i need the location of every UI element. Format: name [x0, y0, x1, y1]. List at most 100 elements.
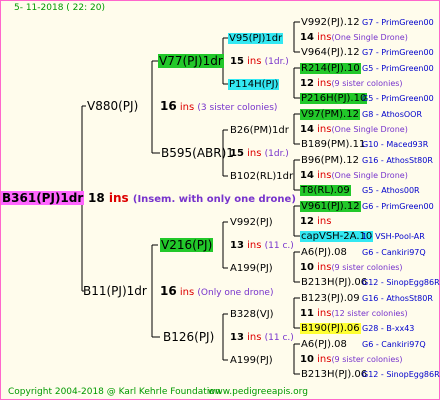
gen1-insem-1: 16 ins (3 sister colonies): [160, 100, 277, 115]
footer-copyright: Copyright 2004-2018 @ Karl Kehrle Founda…: [8, 387, 221, 397]
footer-url: www.pedigreeapis.org: [208, 387, 308, 397]
gen3-queen-7: B328(VJ): [229, 308, 275, 321]
gen1-queen-1-name: V880(PJ): [87, 99, 139, 113]
gen4-ins-count-6: 10: [300, 262, 314, 273]
gen4-bottom-name-1: V964(PJ).12: [301, 47, 360, 58]
root-note: (Insem. with only one drone): [132, 194, 296, 205]
gen4-bottom-info-8: G12 - SinopEgg86R: [362, 370, 440, 379]
gen4-bottom-info-1: G7 - PrimGreen00: [362, 48, 434, 57]
gen3-queen-1-name: V95(PJ)1dr: [228, 33, 284, 44]
gen3-queen-1: V95(PJ)1dr: [228, 32, 284, 45]
gen1-note-1: (3 sister colonies): [197, 103, 278, 113]
root-insem-line: 18 ins (Insem. with only one drone): [88, 192, 296, 206]
gen2-queen-1-name: V77(PJ)1dr: [158, 54, 224, 68]
gen4-top-info-6: G6 - Cankiri97Q: [362, 248, 426, 257]
gen1-insem-2: 16 ins (Only one drone): [160, 285, 273, 300]
gen4-bottom-queen-4: T8(RL).09: [300, 184, 351, 197]
gen4-top-info-3: G8 - AthosOOR: [362, 110, 423, 119]
gen4-top-info-1: G7 - PrimGreen00: [362, 18, 434, 27]
gen4-top-name-4: B96(PM).12: [301, 155, 359, 166]
gen4-bottom-info-6: G12 - SinopEgg86R: [362, 278, 440, 287]
gen4-bottom-queen-8: B213H(PJ).06: [300, 368, 368, 381]
gen3-queen-5-name: V992(PJ): [230, 217, 273, 228]
gen4-ins-count-5: 12: [300, 216, 314, 227]
gen4-bottom-info-7: G28 - B-xx43: [362, 324, 415, 333]
gen2-ins-word-3: ins: [247, 240, 262, 251]
gen1-ins-count-1: 16: [160, 99, 177, 113]
gen4-top-queen-1: V992(PJ).12: [300, 16, 361, 29]
gen4-top-name-8: A6(PJ).08: [301, 339, 347, 350]
gen4-bottom-info-5: 1 - VSH-Pool-AR: [362, 232, 425, 241]
gen4-top-info-8: G6 - Cankiri97Q: [362, 340, 426, 349]
gen4-insem-8: 10 ins(9 sister colonies): [300, 353, 403, 366]
gen4-ins-count-2: 12: [300, 78, 314, 89]
gen4-bottom-queen-2: P216H(PJ).10: [300, 92, 368, 105]
gen4-note-2: (9 sister colonies): [331, 79, 403, 88]
gen2-ins-count-3: 13: [230, 240, 244, 251]
gen4-insem-6: 10 ins(9 sister colonies): [300, 261, 403, 274]
gen4-ins-word-5: ins: [317, 216, 332, 227]
gen4-bottom-name-4: T8(RL).09: [300, 185, 351, 196]
gen4-insem-7: 11 ins(12 sister colonies): [300, 307, 408, 320]
gen2-ins-count-2: 15: [230, 148, 244, 159]
gen4-note-6: (9 sister colonies): [331, 263, 403, 272]
gen3-queen-5: V992(PJ): [229, 216, 274, 229]
gen2-insem-4: 13 ins (11 c.): [230, 331, 294, 345]
gen2-queen-2: B595(ABR)1: [160, 147, 235, 160]
gen4-top-queen-4: B96(PM).12: [300, 154, 360, 167]
gen4-top-queen-6: A6(PJ).08: [300, 246, 348, 259]
gen4-insem-4: 14 ins(One Single Drone): [300, 169, 408, 182]
gen2-note-3: (11 c.): [264, 241, 294, 251]
gen4-bottom-name-2: P216H(PJ).10: [300, 93, 368, 104]
gen4-ins-word-8: ins: [317, 354, 332, 365]
report-date: 5- 11-2018 ( 22: 20): [14, 3, 105, 13]
root-queen: B361(PJ)1dr: [1, 191, 85, 205]
gen2-queen-1: V77(PJ)1dr: [158, 54, 224, 68]
gen3-queen-6-name: A199(PJ): [230, 263, 273, 274]
gen4-ins-word-3: ins: [317, 124, 332, 135]
gen4-ins-count-8: 10: [300, 354, 314, 365]
gen4-top-name-7: B123(PJ).09: [301, 293, 360, 304]
gen2-note-1: (1dr.): [264, 57, 289, 67]
gen4-bottom-queen-3: B189(PM).11: [300, 138, 366, 151]
gen3-queen-3-name: B26(PM)1dr: [230, 125, 289, 136]
gen4-ins-count-7: 11: [300, 308, 314, 319]
gen4-top-info-7: G16 - AthosSt80R: [362, 294, 433, 303]
gen4-insem-1: 14 ins(One Single Drone): [300, 31, 408, 44]
gen3-queen-8-name: A199(PJ): [230, 355, 273, 366]
gen3-queen-2-name: P114H(PJ): [228, 79, 280, 90]
gen3-queen-2: P114H(PJ): [228, 78, 280, 91]
gen2-note-4: (11 c.): [264, 333, 294, 343]
gen2-ins-word-4: ins: [247, 332, 262, 343]
gen4-insem-3: 14 ins(One Single Drone): [300, 123, 408, 136]
gen4-bottom-name-3: B189(PM).11: [301, 139, 366, 150]
gen4-top-name-3: V97(PM).12: [300, 109, 360, 120]
gen3-queen-8: A199(PJ): [229, 354, 274, 367]
gen4-ins-count-3: 14: [300, 124, 314, 135]
gen4-bottom-info-4: G5 - Athos00R: [362, 186, 420, 195]
gen4-top-queen-5: V961(PJ).12: [300, 200, 361, 213]
gen4-ins-count-1: 14: [300, 32, 314, 43]
gen4-insem-5: 12 ins: [300, 215, 331, 228]
gen2-ins-word-1: ins: [247, 56, 262, 67]
gen2-ins-count-4: 13: [230, 332, 244, 343]
gen4-note-1: (One Single Drone): [331, 33, 408, 42]
gen4-ins-word-2: ins: [317, 78, 332, 89]
gen2-insem-2: 15 ins (1dr.): [230, 147, 289, 161]
gen4-ins-word-7: ins: [317, 308, 332, 319]
gen4-ins-word-1: ins: [317, 32, 332, 43]
gen4-ins-count-4: 14: [300, 170, 314, 181]
gen2-insem-3: 13 ins (11 c.): [230, 239, 294, 253]
gen1-ins-word-2: ins: [179, 287, 195, 298]
gen4-note-7: (12 sister colonies): [331, 309, 408, 318]
gen4-note-8: (9 sister colonies): [331, 355, 403, 364]
gen1-queen-2: B11(PJ)1dr: [82, 285, 148, 298]
gen2-queen-4: B126(PJ): [162, 331, 215, 344]
root-ins-word: ins: [108, 191, 129, 205]
gen3-queen-4: B102(RL)1dr: [229, 170, 294, 183]
gen2-queen-3-name: V216(PJ): [160, 238, 214, 252]
gen2-ins-word-2: ins: [247, 148, 262, 159]
gen4-top-queen-7: B123(PJ).09: [300, 292, 361, 305]
gen4-top-info-4: G16 - AthosSt80R: [362, 156, 433, 165]
gen3-queen-4-name: B102(RL)1dr: [230, 171, 294, 182]
